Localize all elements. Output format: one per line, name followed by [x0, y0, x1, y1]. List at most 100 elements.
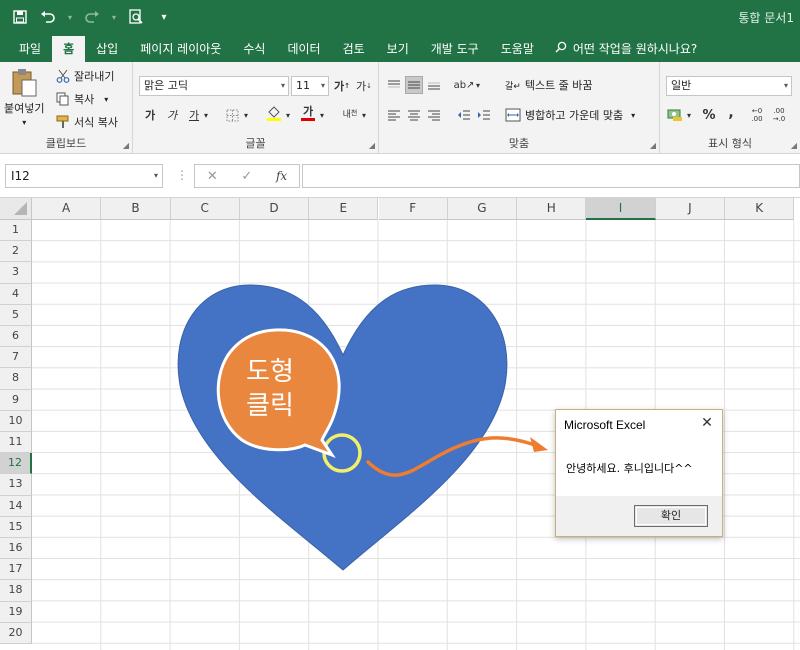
align-left-icon[interactable] [385, 106, 403, 124]
undo-icon[interactable] [38, 6, 58, 28]
cut-button[interactable]: 잘라내기 [56, 68, 114, 84]
name-box[interactable]: I12 ▾ [5, 164, 163, 188]
tab-home[interactable]: 홈 [52, 36, 86, 62]
column-header-b[interactable]: B [101, 198, 171, 220]
column-header-a[interactable]: A [32, 198, 102, 220]
tab-view[interactable]: 보기 [376, 36, 420, 62]
row-header-14[interactable]: 14 [0, 495, 32, 517]
row-header-18[interactable]: 18 [0, 580, 32, 602]
align-bottom-icon[interactable] [425, 76, 443, 94]
tab-formulas[interactable]: 수식 [232, 36, 276, 62]
font-color-icon[interactable]: 가 [299, 104, 317, 122]
print-preview-icon[interactable] [126, 6, 146, 28]
fill-color-dropdown-icon[interactable]: ▾ [283, 106, 293, 124]
tab-data[interactable]: 데이터 [276, 36, 331, 62]
border-dropdown-icon[interactable]: ▾ [241, 106, 251, 124]
row-header-2[interactable]: 2 [0, 241, 32, 263]
row-header-15[interactable]: 15 [0, 516, 32, 538]
font-name-select[interactable]: 맑은 고딕 ▾ [139, 76, 289, 96]
row-header-17[interactable]: 17 [0, 559, 32, 581]
merge-center-button[interactable]: 병합하고 가운데 맞춤 ▾ [505, 107, 635, 123]
row-header-3[interactable]: 3 [0, 262, 32, 284]
row-header-20[interactable]: 20 [0, 622, 32, 644]
decrease-indent-icon[interactable] [455, 106, 473, 124]
comma-button[interactable]: , [722, 104, 740, 122]
align-right-icon[interactable] [425, 106, 443, 124]
number-launcher-icon[interactable]: ◢ [791, 141, 797, 150]
orientation-icon[interactable]: ab↗ [454, 76, 475, 94]
column-header-j[interactable]: J [655, 198, 725, 220]
decrease-font-icon[interactable]: 가 ↓ [355, 77, 373, 95]
row-header-5[interactable]: 5 [0, 304, 32, 326]
fill-color-icon[interactable] [265, 104, 283, 122]
save-icon[interactable] [10, 6, 30, 28]
border-icon[interactable] [223, 106, 241, 124]
font-launcher-icon[interactable]: ◢ [369, 141, 375, 150]
insert-function-icon[interactable]: fx [276, 169, 287, 183]
align-center-icon[interactable] [405, 106, 423, 124]
row-header-11[interactable]: 11 [0, 432, 32, 454]
phonetic-icon[interactable]: 내천 [341, 104, 359, 122]
percent-button[interactable]: % [700, 106, 718, 124]
copy-button[interactable]: 복사 ▾ [56, 91, 108, 107]
close-icon[interactable]: ✕ [698, 414, 716, 432]
redo-dropdown-icon[interactable]: ▾ [110, 6, 118, 28]
alignment-launcher-icon[interactable]: ◢ [650, 141, 656, 150]
align-middle-icon[interactable] [405, 76, 423, 94]
clipboard-launcher-icon[interactable]: ◢ [123, 141, 129, 150]
accounting-format-icon[interactable] [666, 106, 684, 124]
column-header-h[interactable]: H [517, 198, 587, 220]
number-format-select[interactable]: 일반 ▾ [666, 76, 792, 96]
column-header-f[interactable]: F [378, 198, 448, 220]
cancel-entry-icon[interactable]: ✕ [207, 169, 218, 184]
row-header-10[interactable]: 10 [0, 410, 32, 432]
italic-button[interactable]: 가 [163, 106, 181, 124]
tell-me-search[interactable]: 어떤 작업을 원하시나요? [545, 36, 697, 62]
row-header-16[interactable]: 16 [0, 538, 32, 560]
customize-qat-icon[interactable]: ▾ [154, 6, 174, 28]
column-header-i[interactable]: I [586, 198, 656, 220]
row-header-19[interactable]: 19 [0, 601, 32, 623]
enter-entry-icon[interactable]: ✓ [241, 169, 252, 184]
phonetic-dropdown-icon[interactable]: ▾ [359, 106, 369, 124]
tab-insert[interactable]: 삽입 [85, 36, 129, 62]
redo-icon[interactable] [82, 6, 102, 28]
row-header-4[interactable]: 4 [0, 283, 32, 305]
column-header-g[interactable]: G [447, 198, 518, 220]
format-painter-button[interactable]: 서식 복사 [56, 114, 118, 130]
column-header-e[interactable]: E [309, 198, 379, 220]
row-header-8[interactable]: 8 [0, 368, 32, 390]
accounting-dropdown-icon[interactable]: ▾ [684, 106, 694, 124]
row-header-12[interactable]: 12 [0, 453, 32, 475]
undo-dropdown-icon[interactable]: ▾ [66, 6, 74, 28]
row-header-9[interactable]: 9 [0, 389, 32, 411]
column-header-d[interactable]: D [239, 198, 310, 220]
increase-decimal-icon[interactable]: ←0.00 [748, 106, 766, 124]
formula-bar-grip-icon[interactable]: ⋮ [176, 168, 188, 182]
tab-page-layout[interactable]: 페이지 레이아웃 [129, 36, 232, 62]
column-header-k[interactable]: K [725, 198, 795, 220]
font-size-select[interactable]: 11 ▾ [291, 76, 329, 96]
column-header-c[interactable]: C [170, 198, 240, 220]
row-header-7[interactable]: 7 [0, 347, 32, 369]
select-all-corner[interactable] [0, 198, 32, 220]
decrease-decimal-icon[interactable]: .00 →.0 [770, 106, 788, 124]
tab-file[interactable]: 파일 [8, 36, 52, 62]
ok-button[interactable]: 확인 [634, 505, 708, 527]
increase-indent-icon[interactable] [475, 106, 493, 124]
font-color-dropdown-icon[interactable]: ▾ [317, 106, 327, 124]
tab-help[interactable]: 도움말 [490, 36, 545, 62]
row-header-6[interactable]: 6 [0, 326, 32, 348]
paste-button[interactable]: 붙여넣기 ▾ [4, 68, 44, 127]
bold-button[interactable]: 가 [141, 106, 159, 124]
underline-dropdown-icon[interactable]: ▾ [201, 106, 211, 124]
tab-developer[interactable]: 개발 도구 [420, 36, 490, 62]
tab-review[interactable]: 검토 [332, 36, 376, 62]
increase-font-icon[interactable]: 가 ↑ [333, 77, 351, 95]
row-header-1[interactable]: 1 [0, 220, 32, 242]
orientation-dropdown-icon[interactable]: ▾ [473, 76, 483, 94]
align-top-icon[interactable] [385, 76, 403, 94]
formula-input[interactable] [302, 164, 800, 188]
wrap-text-button[interactable]: 갈↵ 텍스트 줄 바꿈 [505, 77, 593, 93]
row-header-13[interactable]: 13 [0, 474, 32, 496]
